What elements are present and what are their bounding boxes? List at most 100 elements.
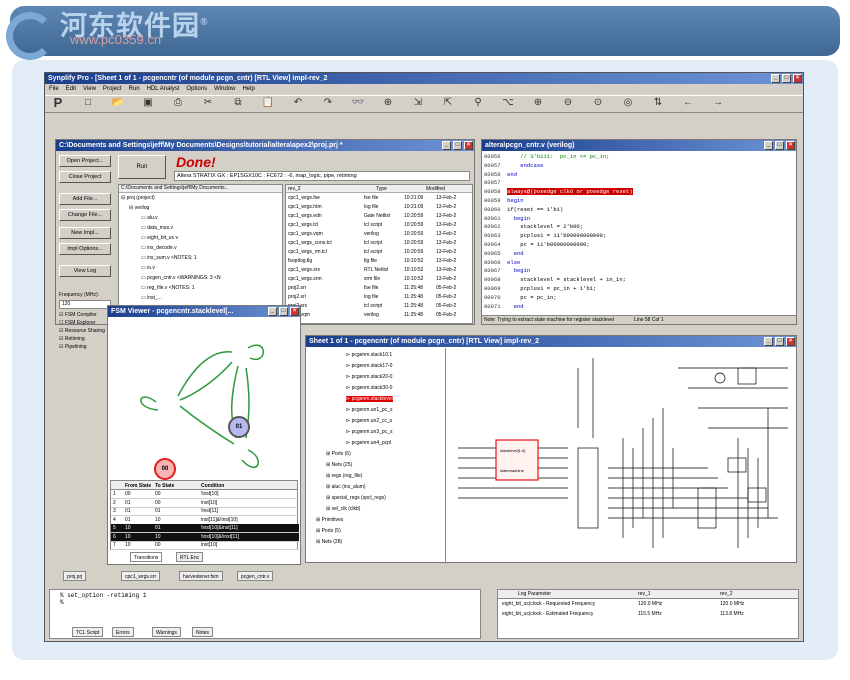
zoom-icon[interactable]: ⊕: [381, 96, 395, 110]
console-tab-notes[interactable]: Notes: [192, 627, 214, 637]
project-button-view-log[interactable]: View Log: [59, 265, 111, 277]
tree-item[interactable]: ▭ data_mux.v: [141, 225, 173, 231]
fsm-diagram[interactable]: [108, 318, 300, 478]
push-icon[interactable]: ⇲: [411, 96, 425, 110]
run-button[interactable]: Run: [118, 155, 166, 179]
console-tab-errors[interactable]: Errors: [112, 627, 134, 637]
tree-item[interactable]: ▭ pcgen_cntr.v <WARNINGS: 3 <N: [141, 275, 221, 281]
file-row[interactable]: cpc1_wrgs.tcl tcl script 10:20:59 13-Feb-2: [286, 221, 472, 230]
rtl-tree-item[interactable]: ⊞ Primitives: [316, 517, 343, 523]
tree-item[interactable]: ▭ io.v: [141, 265, 155, 271]
fsm-column-header[interactable]: Condition: [201, 483, 224, 489]
rtl-tree-item[interactable]: ⊳ pcgenm.un4_pcpl: [346, 440, 391, 446]
document-tab[interactable]: harvestener.fsm: [179, 571, 223, 581]
rtl-tree-item[interactable]: ⊞ regs (reg_file): [326, 473, 362, 479]
rtl-tree-item[interactable]: ⊞ Ports (6): [326, 451, 351, 457]
file-row[interactable]: proj2.srr fse file 11:25:48 05-Feb-2: [286, 284, 472, 293]
tree-item[interactable]: ▭ inst_...: [141, 295, 162, 301]
rtl-maximize-button[interactable]: □: [775, 337, 784, 346]
project-mode-icon[interactable]: P: [51, 96, 65, 110]
save-icon[interactable]: ▣: [141, 96, 155, 110]
console-tab-warnings[interactable]: Warnings: [152, 627, 181, 637]
project-button-new-impl[interactable]: New Impl...: [59, 227, 111, 239]
console-tab-tcl-script[interactable]: TCL Script: [72, 627, 104, 637]
file-row[interactable]: cpc1_wrgs.srs RTL Netlist 10:10:52 13-Feb-2: [286, 266, 472, 275]
file-column-header[interactable]: Type: [376, 186, 387, 192]
file-row[interactable]: cpc1_wrgs.htm log file 10:21:09 13-Feb-2: [286, 203, 472, 212]
frequency-input[interactable]: 120: [59, 300, 111, 309]
cut-icon[interactable]: ✂: [201, 96, 215, 110]
option-retiming[interactable]: ☑ Retiming: [59, 336, 85, 342]
menu-file[interactable]: File: [49, 84, 59, 95]
document-tab[interactable]: pcgen_cntr.v: [237, 571, 274, 581]
tree-item[interactable]: ⊟ proj (project): [121, 195, 155, 201]
rtl-tree-item[interactable]: ⊞ sel_clk (clkb): [326, 506, 360, 512]
rtl-schematic[interactable]: stacklevel[1:0] statemachine: [448, 348, 796, 562]
fsm-column-header[interactable]: From State: [125, 483, 151, 489]
zoom-in-icon[interactable]: ⊕: [531, 96, 545, 110]
file-column-header[interactable]: rev_2: [288, 186, 301, 192]
document-tab[interactable]: cpc1_wrgs.srr: [121, 571, 161, 581]
tree-item[interactable]: ⊟ verilog: [129, 205, 149, 211]
project-button-impl-options[interactable]: Impl Options...: [59, 243, 111, 255]
file-row[interactable]: cpc1_wrgs.srm srm file 10:10:52 13-Feb-2: [286, 275, 472, 284]
maximize-button[interactable]: □: [782, 74, 791, 83]
menu-options[interactable]: Options: [186, 84, 207, 95]
menu-help[interactable]: Help: [242, 84, 254, 95]
rtl-tree-item-selected[interactable]: ⊳ pcgenm.stacklevel: [346, 396, 393, 402]
editor-maximize-button[interactable]: □: [775, 141, 784, 150]
rtl-tree-item[interactable]: ⊞ Nets (25): [326, 462, 352, 468]
fsm-transition-row[interactable]: 7 10 00 inst[10]: [111, 541, 299, 550]
state-node-00[interactable]: 00: [154, 458, 176, 480]
project-button-open-project[interactable]: Open Project...: [59, 155, 111, 167]
zoom-full-icon[interactable]: ◎: [621, 96, 635, 110]
minimize-button[interactable]: _: [771, 74, 780, 83]
file-row[interactable]: fsoptlog.tlg tlg file 10:10:52 13-Feb-2: [286, 257, 472, 266]
file-row[interactable]: proj2.srl log file 11:25:48 05-Feb-2: [286, 293, 472, 302]
menu-run[interactable]: Run: [129, 84, 140, 95]
undo-icon[interactable]: ↶: [291, 96, 305, 110]
file-column-header[interactable]: Modified: [426, 186, 445, 192]
redo-icon[interactable]: ↷: [321, 96, 335, 110]
editor-close-button[interactable]: ×: [786, 141, 795, 150]
paste-icon[interactable]: 📋: [261, 96, 275, 110]
menu-hdl-analyst[interactable]: HDL Analyst: [147, 84, 180, 95]
document-tab[interactable]: proj.prj: [63, 571, 87, 581]
rtl-minimize-button[interactable]: _: [764, 337, 773, 346]
rtl-tree-item[interactable]: ⊳ pcgenm.un3_pc_s: [346, 429, 392, 435]
menu-view[interactable]: View: [83, 84, 96, 95]
tcl-console[interactable]: % set_option -retiming 1% TCL Script Erro…: [49, 589, 481, 639]
rtl-tree-item[interactable]: ⊳ pcgenm.stack20-0: [346, 374, 392, 380]
forward-icon[interactable]: →: [711, 96, 725, 110]
project-close-button[interactable]: ×: [464, 141, 473, 150]
rtl-tree-item[interactable]: ⊳ pcgenm.stack17-0: [346, 363, 392, 369]
option-fsm-compiler[interactable]: ☑ FSM Compiler: [59, 312, 97, 318]
print-icon[interactable]: ⎙: [171, 96, 185, 110]
close-button[interactable]: ×: [793, 74, 802, 83]
new-icon[interactable]: □: [81, 96, 95, 110]
tree-item[interactable]: ▭ ins_sum.v <NOTES: 1: [141, 255, 197, 261]
project-button-change-file[interactable]: Change File...: [59, 209, 111, 221]
rtl-tree-item[interactable]: ⊳ pcgenm.stack30-0: [346, 385, 392, 391]
file-row[interactable]: cpc1_wrgs.vqm verilog 10:20:59 13-Feb-2: [286, 230, 472, 239]
binoculars-icon[interactable]: 👓: [351, 96, 365, 110]
option-resource-sharing[interactable]: ☑ Resource Sharing: [59, 328, 105, 334]
file-row[interactable]: proj2.vqmverilog11:25:4805-Feb-2: [286, 311, 472, 320]
project-maximize-button[interactable]: □: [453, 141, 462, 150]
fsm-tab-transitions[interactable]: Transitions: [130, 552, 163, 562]
flatten-icon[interactable]: ⇅: [651, 96, 665, 110]
rtl-tree-item[interactable]: ⊳ pcgenm.un1_pc_s: [346, 407, 392, 413]
tree-item[interactable]: ▭ reg_file.v <NOTES: 1: [141, 285, 195, 291]
timing-column-header[interactable]: rev_2: [720, 591, 733, 597]
project-button-add-file[interactable]: Add File...: [59, 193, 111, 205]
back-icon[interactable]: ←: [681, 96, 695, 110]
fsm-tab-rtl-enc[interactable]: RTL Enc: [176, 552, 204, 562]
open-icon[interactable]: 📂: [111, 96, 125, 110]
file-row[interactable]: cpc1_wrgs_rm.tcl tcl script 10:20:59 13-Feb…: [286, 248, 472, 257]
state-node-01[interactable]: 01: [228, 416, 250, 438]
filter-icon[interactable]: ⚲: [471, 96, 485, 110]
file-row[interactable]: cpc1_wrgs.fse fse file 10:21:09 13-Feb-2: [286, 194, 472, 203]
pop-icon[interactable]: ⇱: [441, 96, 455, 110]
menu-project[interactable]: Project: [103, 84, 122, 95]
project-minimize-button[interactable]: _: [442, 141, 451, 150]
